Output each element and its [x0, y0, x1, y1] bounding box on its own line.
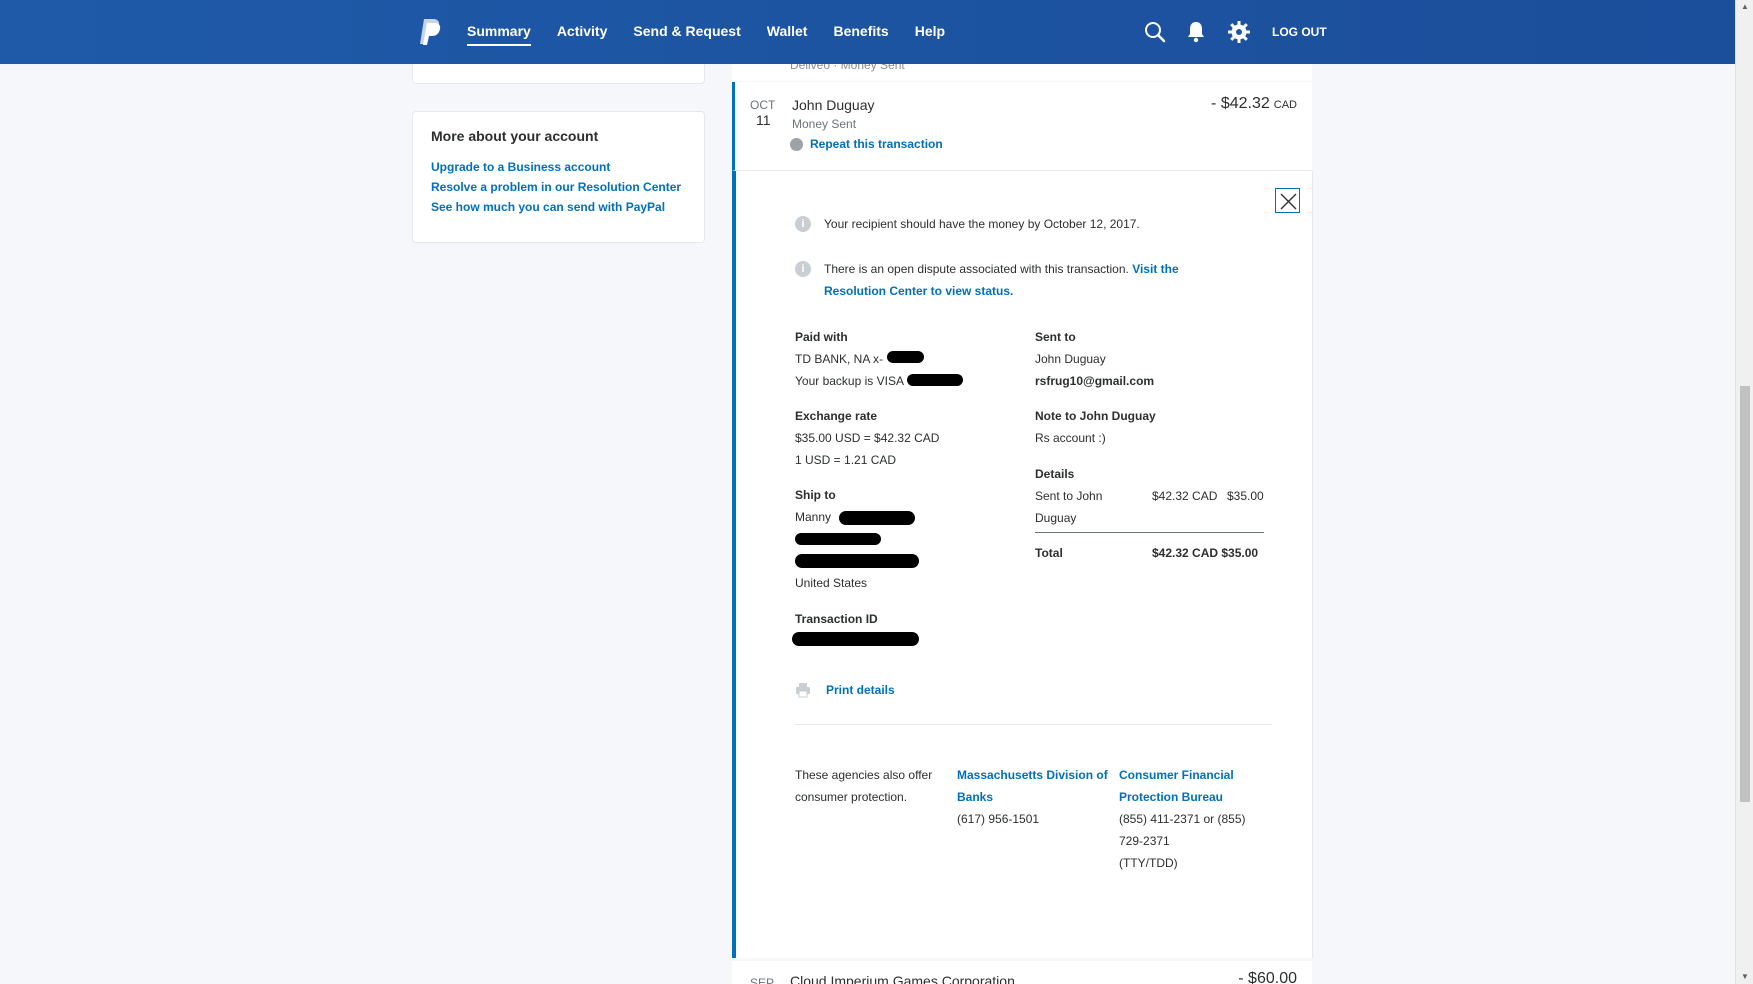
bell-icon[interactable]	[1184, 20, 1208, 44]
cfpb-link[interactable]: Consumer Financial	[1119, 764, 1246, 786]
transaction-id-label: Transaction ID	[795, 612, 878, 626]
arrival-notice: i Your recipient should have the money b…	[795, 213, 1140, 235]
note-text: Rs account :)	[1035, 431, 1106, 445]
repeat-transaction[interactable]: Repeat this transaction	[790, 137, 943, 151]
page-scrollbar[interactable]: ▲ ▼	[1735, 0, 1753, 984]
nav-activity[interactable]: Activity	[557, 0, 608, 64]
ship-to-name: Manny	[795, 510, 832, 524]
resolution-center-link[interactable]: Resolve a problem in our Resolution Cent…	[431, 180, 686, 194]
agencies-text: These agencies also offer consumer prote…	[795, 764, 932, 808]
nav-send-request[interactable]: Send & Request	[633, 0, 740, 64]
activity-day: 11	[756, 112, 771, 128]
redaction-mark	[792, 632, 919, 646]
dispute-notice-text: There is an open dispute associated with…	[824, 262, 1129, 276]
ship-to-country: United States	[795, 576, 868, 590]
details-row-cad: $42.32 CAD	[1152, 489, 1218, 503]
printer-icon	[796, 683, 810, 698]
redaction-mark	[907, 374, 963, 386]
arrival-notice-text: Your recipient should have the money by …	[824, 217, 1140, 231]
activity-month: OCT	[750, 98, 776, 112]
exchange-rate-label: Exchange rate	[795, 409, 878, 423]
total-value: $42.32 CAD $35.00	[1152, 546, 1259, 560]
details-label: Details	[1035, 467, 1075, 481]
activity-row-selected[interactable]: OCT 11 John Duguay Money Sent Repeat thi…	[732, 82, 1312, 171]
amount-value: - $42.32	[1211, 95, 1270, 112]
redaction-mark	[839, 511, 915, 525]
cfpb-link-cont[interactable]: Protection Bureau	[1119, 786, 1246, 808]
total-label: Total	[1035, 546, 1063, 560]
repeat-icon	[790, 137, 803, 151]
redaction-mark	[795, 533, 881, 545]
exchange-rate-line1: $35.00 USD = $42.32 CAD	[795, 431, 940, 445]
next-activity-name: Cloud Imperium Games Corporation	[790, 973, 1015, 984]
account-card-bottom	[412, 64, 705, 84]
sent-to-name: John Duguay	[1035, 352, 1106, 366]
redaction-mark	[795, 554, 919, 568]
main-nav: Summary Activity Send & Request Wallet B…	[467, 0, 971, 64]
nav-help[interactable]: Help	[915, 0, 945, 64]
close-button[interactable]	[1275, 188, 1300, 213]
details-divider	[1035, 532, 1264, 533]
print-details[interactable]: Print details	[795, 682, 895, 698]
cfpb-phone: (855) 411-2371 or (855)	[1119, 812, 1246, 826]
redaction-mark	[887, 351, 924, 363]
amount-currency: CAD	[1273, 99, 1297, 111]
upgrade-business-link[interactable]: Upgrade to a Business account	[431, 160, 686, 174]
send-limit-link[interactable]: See how much you can send with PayPal	[431, 200, 686, 214]
details-row-label: Sent to John	[1035, 489, 1103, 503]
print-details-link[interactable]: Print details	[826, 683, 895, 697]
previous-activity-row[interactable]: Deliveo · Money Sent	[732, 64, 1312, 81]
note-label: Note to John Duguay	[1035, 409, 1156, 423]
resolution-center-status-link-cont[interactable]: Resolution Center to view status.	[824, 284, 1013, 298]
activity-amount: - $42.32 CAD	[1211, 95, 1297, 113]
activity-type: Money Sent	[792, 117, 857, 131]
next-activity-amount: - $60.00	[1238, 970, 1297, 984]
details-row-label-cont: Duguay	[1035, 511, 1077, 525]
close-icon	[1280, 193, 1297, 210]
agency-cfpb: Consumer Financial Protection Bureau (85…	[1119, 764, 1246, 874]
activity-counterparty: John Duguay	[792, 97, 875, 113]
scroll-up-arrow-icon[interactable]: ▲	[1741, 2, 1749, 11]
dispute-notice: i There is an open dispute associated wi…	[795, 258, 1179, 302]
cfpb-phone-tty: (TTY/TDD)	[1119, 856, 1178, 870]
top-nav-bar: Summary Activity Send & Request Wallet B…	[0, 0, 1735, 64]
paid-with-bank: TD BANK, NA x-	[795, 352, 884, 366]
paypal-logo-icon[interactable]	[418, 18, 442, 46]
ship-to-label: Ship to	[795, 488, 836, 502]
scrollbar-thumb[interactable]	[1740, 386, 1750, 802]
nav-wallet[interactable]: Wallet	[767, 0, 808, 64]
info-icon: i	[795, 261, 811, 277]
agencies-text-line2: consumer protection.	[795, 790, 908, 804]
recipient-email-link[interactable]: rsfrug10@gmail.com	[1035, 374, 1154, 388]
agencies-text-line1: These agencies also offer	[795, 768, 933, 782]
nav-summary[interactable]: Summary	[467, 0, 531, 64]
previous-activity-text: Deliveo · Money Sent	[790, 64, 905, 72]
scroll-down-arrow-icon[interactable]: ▼	[1741, 972, 1749, 981]
next-activity-row[interactable]: SEP Cloud Imperium Games Corporation - $…	[732, 961, 1312, 984]
paid-with-backup: Your backup is VISA	[795, 374, 904, 388]
cfpb-phone-cont: 729-2371	[1119, 834, 1170, 848]
resolution-center-status-link[interactable]: Visit the	[1132, 262, 1178, 276]
info-icon: i	[795, 216, 811, 232]
logout-link[interactable]: LOG OUT	[1272, 25, 1327, 39]
gear-icon[interactable]	[1227, 20, 1251, 44]
card-title: More about your account	[431, 128, 599, 144]
repeat-transaction-link[interactable]: Repeat this transaction	[810, 137, 943, 151]
more-about-account-card: More about your account Upgrade to a Bus…	[412, 111, 705, 243]
agency-massachusetts: Massachusetts Division of Banks (617) 95…	[957, 764, 1108, 830]
exchange-rate-line2: 1 USD = 1.21 CAD	[795, 453, 897, 467]
section-divider	[795, 724, 1272, 725]
paid-with-label: Paid with	[795, 330, 848, 344]
next-activity-month: SEP	[750, 976, 775, 984]
details-row-usd: $35.00	[1227, 489, 1264, 503]
sent-to-label: Sent to	[1035, 330, 1076, 344]
transaction-detail-panel: i Your recipient should have the money b…	[732, 171, 1313, 958]
massachusetts-phone: (617) 956-1501	[957, 812, 1040, 826]
search-icon[interactable]	[1143, 20, 1167, 44]
nav-benefits[interactable]: Benefits	[833, 0, 888, 64]
massachusetts-banks-link[interactable]: Massachusetts Division of	[957, 764, 1108, 786]
massachusetts-banks-link-cont[interactable]: Banks	[957, 786, 1108, 808]
